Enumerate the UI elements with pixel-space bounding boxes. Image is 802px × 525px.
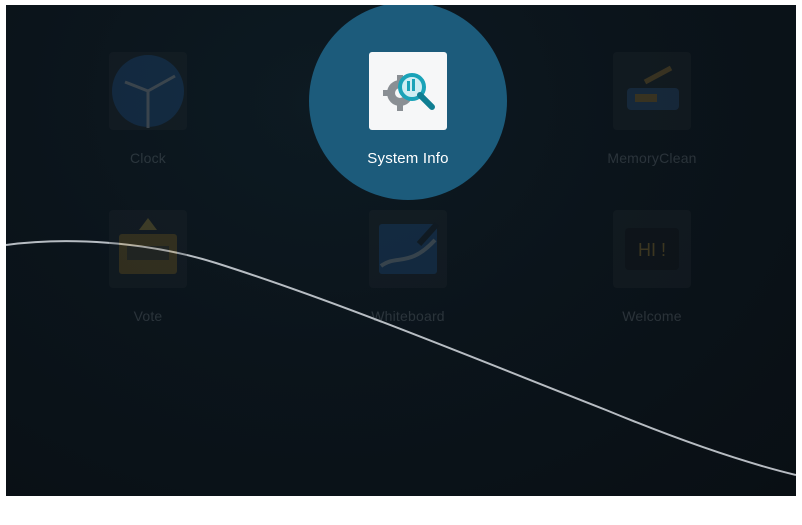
app-label: Welcome (622, 308, 682, 324)
app-label: Whiteboard (371, 308, 445, 324)
app-label: System Info (367, 150, 449, 167)
app-clock[interactable]: Clock (88, 52, 208, 182)
whiteboard-icon (369, 210, 447, 288)
app-memory-clean[interactable]: MemoryClean (592, 52, 712, 182)
system-info-icon (369, 52, 447, 130)
app-whiteboard[interactable]: Whiteboard (348, 210, 468, 340)
launcher-screen: Clock System Info MemoryClean Vote White… (6, 5, 796, 496)
app-welcome[interactable]: HI ! Welcome (592, 210, 712, 340)
memory-clean-icon (613, 52, 691, 130)
app-label: Vote (133, 308, 163, 324)
vote-icon (109, 210, 187, 288)
app-vote[interactable]: Vote (88, 210, 208, 340)
app-label: Clock (129, 150, 166, 166)
app-label: MemoryClean (607, 150, 697, 166)
welcome-icon-text: HI ! (638, 240, 666, 260)
app-system-info[interactable]: System Info (348, 52, 468, 182)
clock-icon (109, 52, 187, 130)
welcome-icon: HI ! (613, 210, 691, 288)
